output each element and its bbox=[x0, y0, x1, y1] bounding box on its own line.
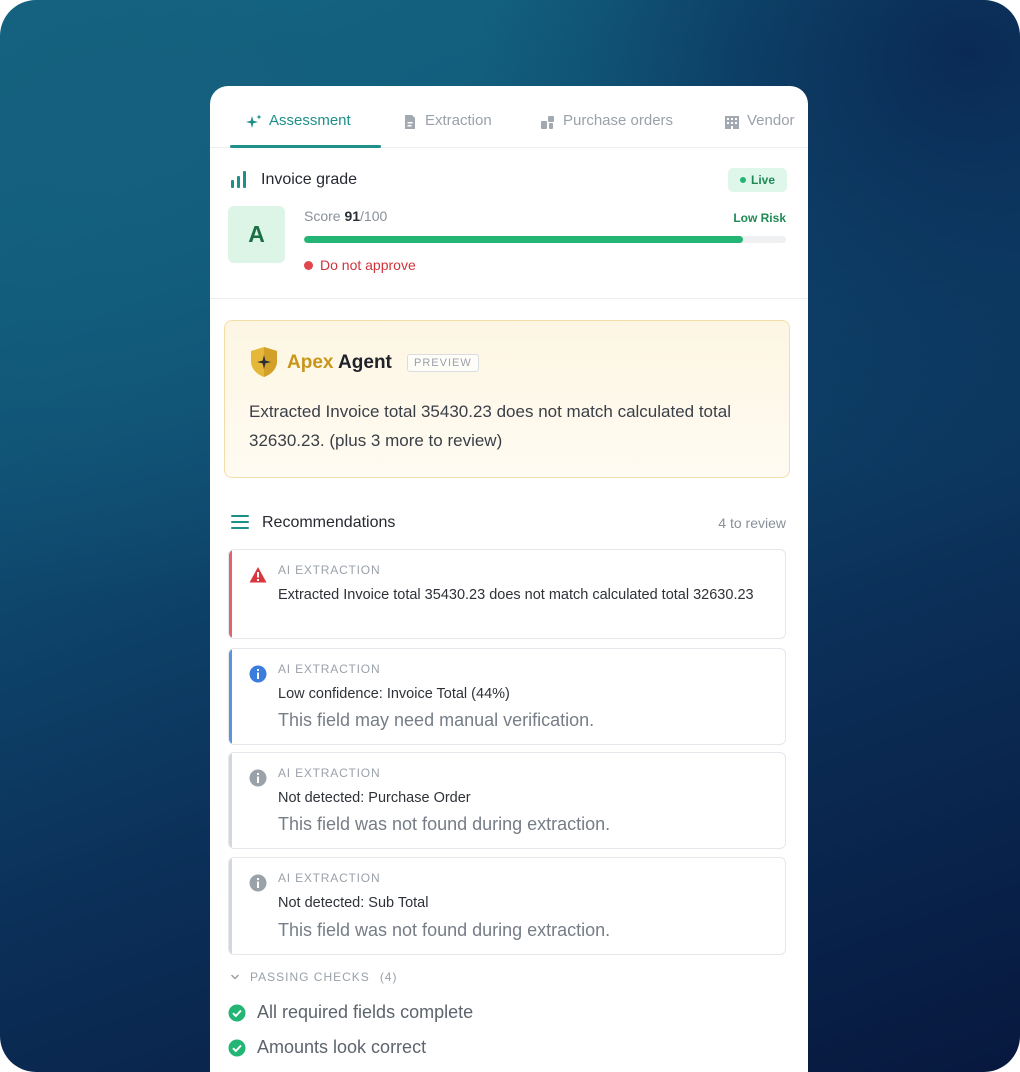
tab-purchase-orders[interactable]: Purchase orders bbox=[540, 112, 673, 148]
agent-message: Extracted Invoice total 35430.23 does no… bbox=[249, 402, 731, 450]
invoice-grade-title: Invoice grade bbox=[261, 171, 358, 188]
agent-title: Apex Agent bbox=[287, 352, 392, 374]
score-label: Score bbox=[304, 208, 341, 224]
document-icon bbox=[405, 115, 415, 129]
live-label: Live bbox=[750, 173, 775, 187]
recommendation-message: Low confidence: Invoice Total (44%) bbox=[278, 686, 510, 702]
sparkle-icon bbox=[246, 114, 262, 128]
info-circle-icon bbox=[249, 874, 267, 892]
risk-label: Low Risk bbox=[733, 211, 786, 225]
info-circle-icon bbox=[249, 665, 267, 683]
shield-sparkle-icon bbox=[251, 347, 277, 377]
grade-letter: A bbox=[228, 206, 285, 263]
tab-bar: Assessment Extraction Purchase orders Ve… bbox=[210, 86, 808, 148]
recommendations-header: Recommendations 4 to review bbox=[210, 510, 808, 536]
assessment-panel: Assessment Extraction Purchase orders Ve… bbox=[210, 86, 808, 1072]
passing-check-item: Amounts look correct bbox=[228, 1037, 426, 1058]
invoice-grade-section: Invoice grade Live A Score 91/100 Low Ri… bbox=[210, 149, 808, 299]
bar-chart-icon bbox=[231, 171, 246, 188]
severity-accent bbox=[229, 858, 232, 954]
severity-accent bbox=[229, 550, 232, 638]
score-max: /100 bbox=[360, 208, 388, 224]
passing-checks-toggle[interactable]: PASSING CHECKS (4) bbox=[230, 970, 397, 984]
recommendation-card[interactable]: AI EXTRACTION Extracted Invoice total 35… bbox=[228, 549, 786, 639]
recommendation-detail: This field was not found during extracti… bbox=[278, 920, 611, 940]
tab-label: Purchase orders bbox=[563, 112, 674, 129]
alert-dot-icon bbox=[304, 260, 313, 270]
recommendation-message: Not detected: Sub Total bbox=[278, 895, 429, 911]
agent-word: Agent bbox=[338, 352, 392, 373]
active-tab-indicator bbox=[230, 145, 381, 148]
check-circle-icon bbox=[228, 1004, 246, 1021]
tab-assessment[interactable]: Assessment bbox=[246, 112, 351, 148]
recommendation-card[interactable]: AI EXTRACTION Low confidence: Invoice To… bbox=[228, 648, 786, 745]
tab-extraction[interactable]: Extraction bbox=[402, 112, 492, 148]
recommendation-card[interactable]: AI EXTRACTION Not detected: Sub Total Th… bbox=[228, 857, 786, 955]
recommendation-category: AI EXTRACTION bbox=[278, 662, 381, 676]
passing-check-item: All required fields complete bbox=[228, 1002, 473, 1023]
recommendation-message: Not detected: Purchase Order bbox=[278, 790, 471, 806]
passing-check-label: All required fields complete bbox=[257, 1002, 474, 1022]
apex-agent-card: Apex Agent PREVIEW Extracted Invoice tot… bbox=[224, 320, 790, 478]
agent-brand: Apex bbox=[287, 352, 334, 373]
tab-vendor[interactable]: Vendor bbox=[724, 112, 795, 148]
preview-badge: PREVIEW bbox=[407, 354, 479, 372]
passing-check-label: Amounts look correct bbox=[257, 1037, 427, 1057]
score-progress-fill bbox=[304, 236, 743, 243]
background-frame: Assessment Extraction Purchase orders Ve… bbox=[0, 0, 1020, 1072]
warning-triangle-icon bbox=[249, 567, 267, 583]
recommendation-card[interactable]: AI EXTRACTION Not detected: Purchase Ord… bbox=[228, 752, 786, 849]
recommendation-category: AI EXTRACTION bbox=[278, 871, 381, 885]
approval-status-label: Do not approve bbox=[320, 257, 416, 273]
check-circle-icon bbox=[228, 1039, 246, 1056]
recommendation-category: AI EXTRACTION bbox=[278, 766, 381, 780]
tab-label: Extraction bbox=[425, 112, 492, 129]
list-icon bbox=[231, 515, 249, 529]
recommendation-detail: This field may need manual verification. bbox=[278, 710, 595, 730]
building-icon bbox=[725, 116, 739, 129]
severity-accent bbox=[229, 753, 232, 848]
tab-label: Vendor bbox=[747, 112, 795, 129]
boxes-icon bbox=[541, 116, 554, 129]
live-status-badge: Live bbox=[728, 168, 787, 192]
severity-accent bbox=[229, 649, 232, 744]
recommendation-detail: This field was not found during extracti… bbox=[278, 814, 611, 834]
tab-label: Assessment bbox=[269, 112, 351, 129]
score-progress-bar bbox=[304, 236, 786, 243]
passing-checks-title: PASSING CHECKS bbox=[250, 970, 370, 984]
score-value: 91 bbox=[344, 208, 361, 224]
score-text: Score 91/100 bbox=[304, 208, 387, 224]
live-dot-icon bbox=[739, 177, 746, 183]
info-circle-icon bbox=[249, 769, 267, 787]
recommendation-message: Extracted Invoice total 35430.23 does no… bbox=[278, 587, 754, 603]
recommendations-count: 4 to review bbox=[718, 515, 786, 531]
chevron-down-icon bbox=[230, 974, 240, 980]
recommendations-title: Recommendations bbox=[262, 514, 396, 531]
passing-checks-count: (4) bbox=[379, 970, 398, 984]
recommendation-category: AI EXTRACTION bbox=[278, 563, 381, 577]
approval-status: Do not approve bbox=[304, 257, 416, 273]
